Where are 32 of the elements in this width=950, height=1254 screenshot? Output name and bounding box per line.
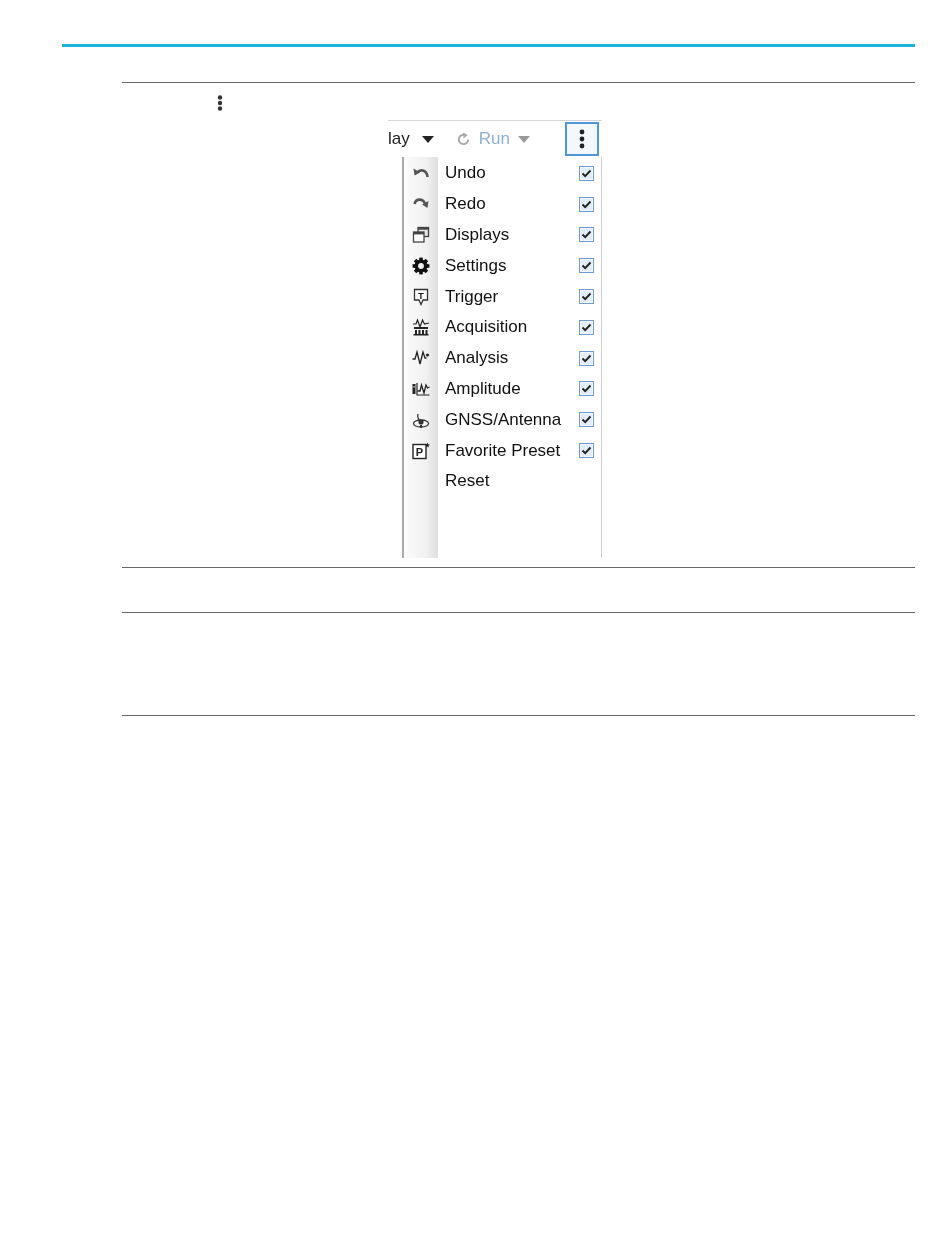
checkbox[interactable]	[579, 350, 594, 366]
more-icon	[217, 95, 223, 111]
menu-item[interactable]: Analysis	[445, 348, 509, 369]
waveform-bars-icon	[412, 318, 430, 337]
menu-item[interactable]: Undo	[445, 163, 486, 184]
checkbox[interactable]	[579, 196, 594, 212]
more-icon	[579, 129, 585, 149]
more-button[interactable]	[565, 122, 599, 156]
caret-icon	[517, 135, 530, 143]
menu-item[interactable]: Displays	[445, 225, 510, 245]
checkbox[interactable]	[579, 443, 594, 459]
menu-item[interactable]: Redo	[445, 194, 486, 215]
menu-item[interactable]: GNSS/Antenna	[445, 409, 562, 430]
caret-icon	[421, 135, 434, 143]
checkbox[interactable]	[579, 319, 594, 335]
menu-item[interactable]: Amplitude	[445, 378, 521, 399]
menu-item[interactable]: Trigger	[445, 286, 499, 307]
checkbox[interactable]	[579, 258, 594, 274]
checkbox[interactable]	[579, 412, 594, 428]
checkbox[interactable]	[579, 227, 594, 243]
checkbox[interactable]	[579, 289, 594, 305]
menu-item[interactable]: Acquisition	[445, 317, 528, 338]
refresh-icon	[455, 131, 471, 147]
dropdown-button[interactable]: lay	[388, 129, 434, 149]
checkbox[interactable]	[579, 381, 594, 397]
settings-icon	[412, 256, 430, 275]
windows-icon	[412, 226, 430, 244]
menu-item[interactable]: Favorite Preset	[445, 440, 561, 461]
menu-item[interactable]: Settings	[445, 255, 507, 276]
checkbox[interactable]	[579, 165, 594, 181]
menu-item[interactable]: Reset	[445, 471, 490, 492]
tag-letter-icon: T	[412, 287, 430, 306]
